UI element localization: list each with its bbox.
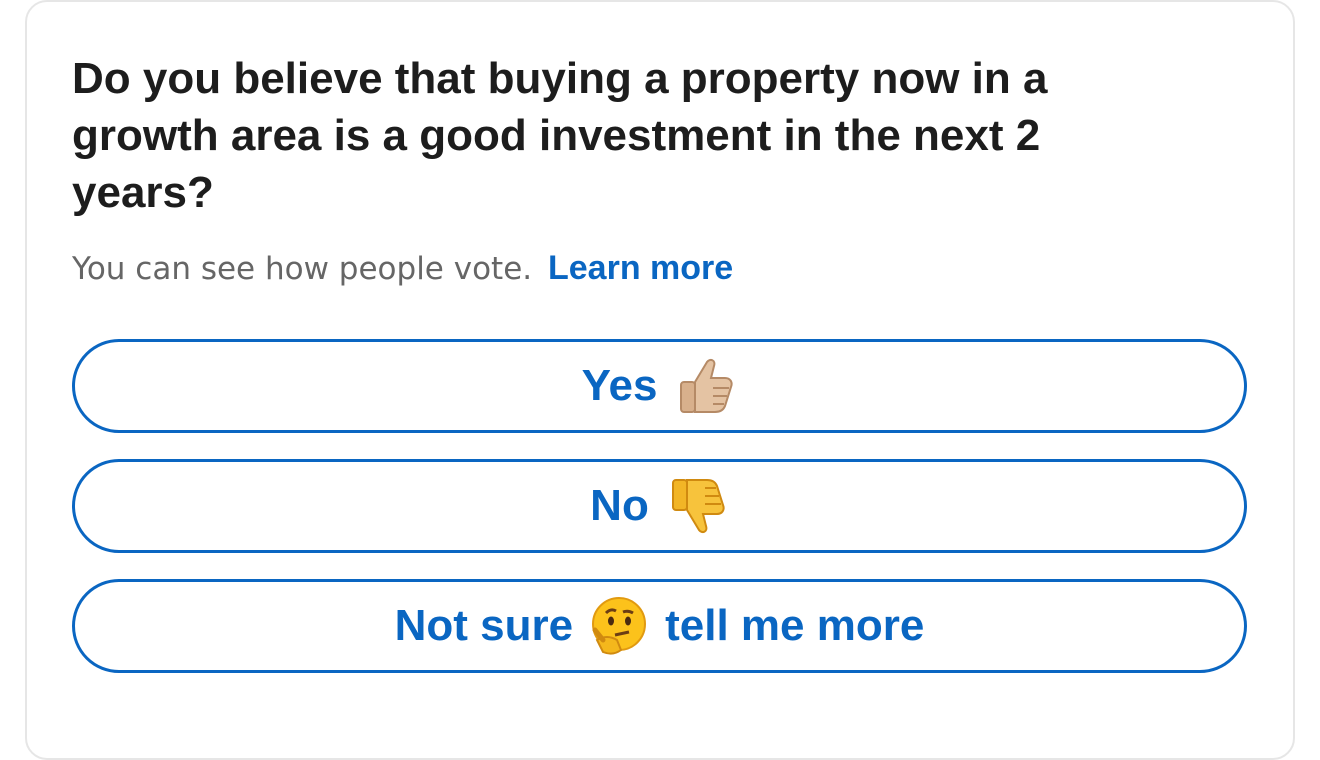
thumbs-up-icon <box>673 354 737 418</box>
visibility-text: You can see how people vote. <box>72 251 533 287</box>
option-label-before: Not sure <box>394 601 574 650</box>
poll-option-no[interactable]: No <box>72 459 1247 553</box>
learn-more-link[interactable]: Learn more <box>548 249 733 287</box>
poll-option-yes[interactable]: Yes <box>72 339 1247 433</box>
poll-question: Do you believe that buying a property no… <box>72 54 1048 217</box>
thinking-face-icon <box>587 594 651 658</box>
poll-option-not-sure[interactable]: Not sure tell me more <box>72 579 1247 673</box>
thumbs-down-icon <box>665 474 729 538</box>
poll-visibility-note: You can see how people vote. Learn more <box>72 248 733 289</box>
option-label: No <box>590 481 649 530</box>
option-label: Yes <box>581 361 658 410</box>
option-label-after: tell me more <box>665 601 925 650</box>
